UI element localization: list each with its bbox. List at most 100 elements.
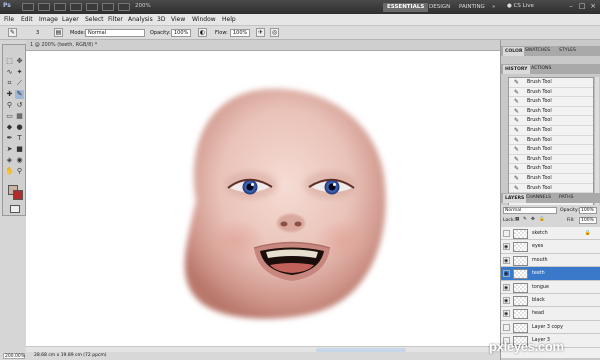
mini-bridge-icon[interactable] [38, 3, 50, 11]
magic-wand-tool-icon[interactable]: ✦ [15, 68, 24, 77]
history-item[interactable]: ✎ Brush Tool [509, 136, 593, 146]
type-tool-icon[interactable]: T [15, 134, 24, 143]
brush-size-readout[interactable]: 3 [36, 30, 39, 36]
layer-visibility-eye-icon[interactable]: ◉ [503, 283, 510, 291]
menu-file[interactable]: File [4, 16, 14, 23]
extras-icon[interactable] [54, 3, 66, 11]
lock-position-icon[interactable]: ✥ [531, 217, 535, 222]
menu-select[interactable]: Select [85, 16, 104, 23]
blur-tool-icon[interactable]: ◆ [5, 123, 14, 132]
menu-3d[interactable]: 3D [157, 16, 165, 23]
history-item[interactable]: ✎ Brush Tool [509, 107, 593, 117]
layer-row[interactable]: ◉ black [501, 294, 600, 308]
quick-mask-icon[interactable] [10, 205, 20, 213]
workspace-essentials[interactable]: ESSENTIALS [383, 3, 429, 12]
layer-row[interactable]: ◉ teeth [501, 267, 600, 281]
zoom-level-icon[interactable] [70, 3, 82, 11]
lock-transparency-icon[interactable]: ▦ [515, 217, 519, 222]
workspace-design[interactable]: DESIGN [425, 3, 454, 12]
document-tab[interactable]: 1 @ 200% (teeth, RGB/8) * [26, 40, 500, 51]
healing-brush-tool-icon[interactable]: ✚ [5, 90, 14, 99]
menu-layer[interactable]: Layer [62, 16, 79, 23]
hand-tool-icon[interactable]: ✋ [5, 167, 14, 176]
3d-orbit-tool-icon[interactable]: ◉ [15, 156, 24, 165]
history-brush-tool-icon[interactable]: ↺ [15, 101, 24, 110]
menu-help[interactable]: Help [222, 16, 236, 23]
shape-tool-icon[interactable]: ■ [15, 145, 24, 154]
pressure-opacity-icon[interactable]: ◐ [198, 28, 207, 37]
close-button[interactable]: × [589, 2, 597, 10]
3d-rotate-tool-icon[interactable]: ◈ [5, 156, 14, 165]
eraser-tool-icon[interactable]: ▭ [5, 112, 14, 121]
brush-panel-toggle-icon[interactable]: ▤ [54, 28, 63, 37]
bridge-icon[interactable] [22, 3, 34, 11]
app-zoom-readout[interactable]: 200% [135, 3, 151, 9]
history-item[interactable]: ✎ Brush Tool [509, 155, 593, 165]
tab-layers[interactable]: LAYERS [503, 194, 527, 203]
tab-color[interactable]: COLOR [503, 47, 525, 56]
layer-row[interactable]: ◉ eyes [501, 240, 600, 254]
layer-row[interactable]: Layer 3 copy [501, 321, 600, 335]
fill-field[interactable]: 100% [579, 217, 597, 224]
history-item[interactable]: ✎ Brush Tool [509, 116, 593, 126]
lock-pixels-icon[interactable]: ✎ [523, 217, 527, 222]
mode-select[interactable]: Normal [85, 29, 145, 37]
menu-edit[interactable]: Edit [21, 16, 33, 23]
layer-opacity-field[interactable]: 100% [579, 207, 597, 214]
layer-visibility-eye-icon[interactable] [503, 230, 510, 237]
menu-view[interactable]: View [171, 16, 185, 23]
brush-tool-icon[interactable]: ✎ [15, 90, 24, 99]
tab-actions[interactable]: ACTIONS [531, 66, 551, 71]
layer-visibility-eye-icon[interactable]: ◉ [503, 243, 510, 251]
zoom-tool-icon[interactable]: ⚲ [15, 167, 24, 176]
tab-styles[interactable]: STYLES [559, 48, 576, 53]
tab-swatches[interactable]: SWATCHES [525, 48, 550, 53]
menu-window[interactable]: Window [192, 16, 216, 23]
history-item[interactable]: ✎ Brush Tool [509, 145, 593, 155]
pressure-size-icon[interactable]: ◎ [270, 28, 279, 37]
arrange-documents-icon[interactable] [118, 3, 130, 11]
gradient-tool-icon[interactable]: ▦ [15, 112, 24, 121]
minimize-button[interactable]: – [567, 2, 575, 10]
history-item[interactable]: ✎ Brush Tool [509, 184, 593, 194]
cs-live-button[interactable]: ● CS Live [507, 3, 534, 9]
history-item[interactable]: ✎ Brush Tool [509, 88, 593, 98]
crop-tool-icon[interactable]: ⌗ [5, 79, 14, 88]
dodge-tool-icon[interactable]: ● [15, 123, 24, 132]
blend-mode-select[interactable]: Normal [503, 207, 557, 214]
status-zoom-field[interactable]: 200.00% [3, 353, 25, 359]
clone-stamp-tool-icon[interactable]: ⚲ [5, 101, 14, 110]
layer-visibility-eye-icon[interactable]: ◉ [503, 270, 510, 278]
tab-history[interactable]: HISTORY [503, 65, 530, 74]
lock-all-icon[interactable]: 🔒 [539, 217, 545, 222]
document-info[interactable]: 28.68 cm x 19.89 cm (72 ppcm) [34, 353, 107, 358]
hand-tool-icon[interactable] [86, 3, 98, 11]
history-item[interactable]: ✎ Brush Tool [509, 126, 593, 136]
brush-preset-icon[interactable]: ✎ [8, 28, 17, 37]
airbrush-icon[interactable]: ✈ [256, 28, 265, 37]
layer-row[interactable]: sketch 🔒 [501, 227, 600, 241]
layer-row[interactable]: ◉ tongue [501, 281, 600, 294]
move-tool-icon[interactable]: ✥ [15, 57, 24, 66]
menu-analysis[interactable]: Analysis [128, 16, 153, 23]
menu-image[interactable]: Image [39, 16, 58, 23]
history-item[interactable]: ✎ Brush Tool [509, 78, 593, 88]
zoom-tool-icon[interactable] [102, 3, 114, 11]
tab-channels[interactable]: CHANNELS [526, 195, 551, 200]
history-item[interactable]: ✎ Brush Tool [509, 97, 593, 107]
background-color-swatch[interactable] [13, 190, 23, 200]
history-item[interactable]: ✎ Brush Tool [509, 174, 593, 184]
layer-visibility-eye-icon[interactable] [503, 323, 510, 331]
lasso-tool-icon[interactable]: ∿ [5, 68, 14, 77]
layer-visibility-eye-icon[interactable]: ◉ [503, 256, 510, 264]
history-item[interactable]: ✎ Brush Tool [509, 164, 593, 174]
pen-tool-icon[interactable]: ✒ [5, 134, 14, 143]
marquee-tool-icon[interactable]: ⬚ [5, 57, 14, 66]
flow-field[interactable]: 100% [230, 29, 250, 37]
workspace-painting[interactable]: PAINTING [455, 3, 489, 12]
layer-row[interactable]: ◉ head [501, 307, 600, 321]
path-selection-tool-icon[interactable]: ➤ [5, 145, 14, 154]
menu-filter[interactable]: Filter [108, 16, 123, 23]
eyedropper-tool-icon[interactable]: ⟋ [15, 79, 24, 88]
opacity-field[interactable]: 100% [171, 29, 191, 37]
